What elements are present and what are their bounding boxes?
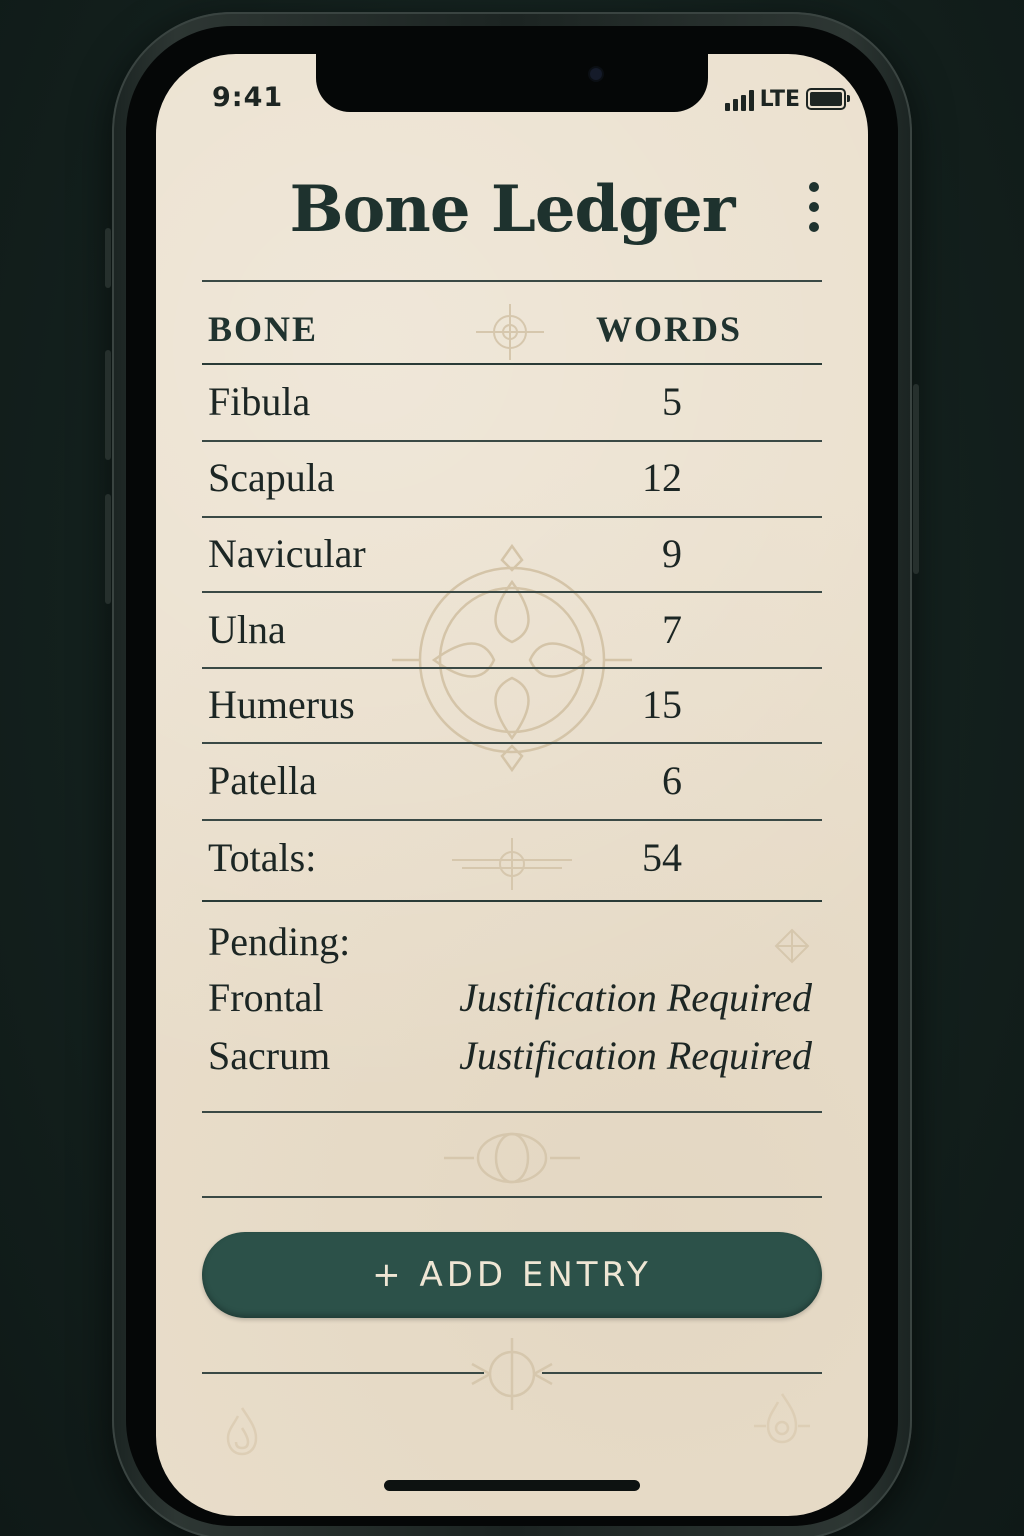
pending-label: Pending:	[208, 919, 351, 964]
row-divider	[202, 819, 822, 821]
bone-name: Ulna	[208, 607, 286, 652]
front-camera	[590, 68, 602, 80]
row-divider	[202, 742, 822, 744]
signal-bars-icon	[724, 89, 754, 111]
pending-bone-name: Frontal	[208, 975, 324, 1020]
word-count: 15	[642, 682, 682, 727]
footer-divider-right	[542, 1372, 822, 1374]
pending-status: Justification Required	[459, 1033, 812, 1078]
row-divider	[202, 667, 822, 669]
footer-divider-left	[202, 1372, 484, 1374]
status-indicators: LTE	[724, 87, 850, 112]
phone-volume-up	[105, 350, 111, 460]
bone-name: Navicular	[208, 531, 366, 576]
battery-icon	[806, 88, 850, 110]
totals-label: Totals:	[208, 835, 317, 880]
bone-name: Scapula	[208, 455, 335, 500]
page-title: Bone Ledger	[289, 172, 736, 247]
bone-name: Fibula	[208, 379, 311, 424]
app-screen: 9:41 LTE Bone Ledger BONE WORDS Fibula 5…	[156, 54, 868, 1516]
word-count: 6	[662, 758, 682, 803]
bone-name: Patella	[208, 758, 317, 803]
header-divider	[202, 280, 822, 282]
phone-side-button	[105, 228, 111, 288]
totals-value: 54	[642, 835, 682, 880]
flame-left-icon	[226, 1407, 258, 1456]
column-header-words: WORDS	[596, 309, 743, 349]
sigil-small-icon	[476, 304, 544, 360]
pending-divider	[202, 1111, 822, 1113]
network-label: LTE	[759, 87, 800, 112]
word-count: 5	[662, 379, 682, 424]
phone-power-button	[913, 384, 919, 574]
row-divider	[202, 440, 822, 442]
row-divider	[202, 516, 822, 518]
add-entry-button[interactable]: + ADD ENTRY	[202, 1232, 822, 1318]
home-indicator[interactable]	[384, 1480, 640, 1491]
phone-volume-down	[105, 494, 111, 604]
word-count: 7	[662, 607, 682, 652]
more-vertical-icon[interactable]	[802, 182, 826, 232]
totals-divider	[202, 900, 822, 902]
flame-right-icon	[754, 1393, 810, 1444]
bone-name: Humerus	[208, 682, 355, 727]
sigil-diamond-icon	[774, 928, 810, 964]
sigil-eye-icon	[444, 1132, 580, 1184]
column-header-bone: BONE	[208, 309, 319, 349]
table-header-divider	[202, 363, 822, 365]
pending-status: Justification Required	[459, 975, 812, 1020]
row-divider	[202, 591, 822, 593]
word-count: 9	[662, 531, 682, 576]
sigil-bottom-icon	[471, 1338, 553, 1410]
pending-bone-name: Sacrum	[208, 1033, 331, 1078]
word-count: 12	[642, 455, 682, 500]
status-time: 9:41	[212, 82, 284, 113]
button-top-divider	[202, 1196, 822, 1198]
device-notch	[316, 54, 708, 112]
